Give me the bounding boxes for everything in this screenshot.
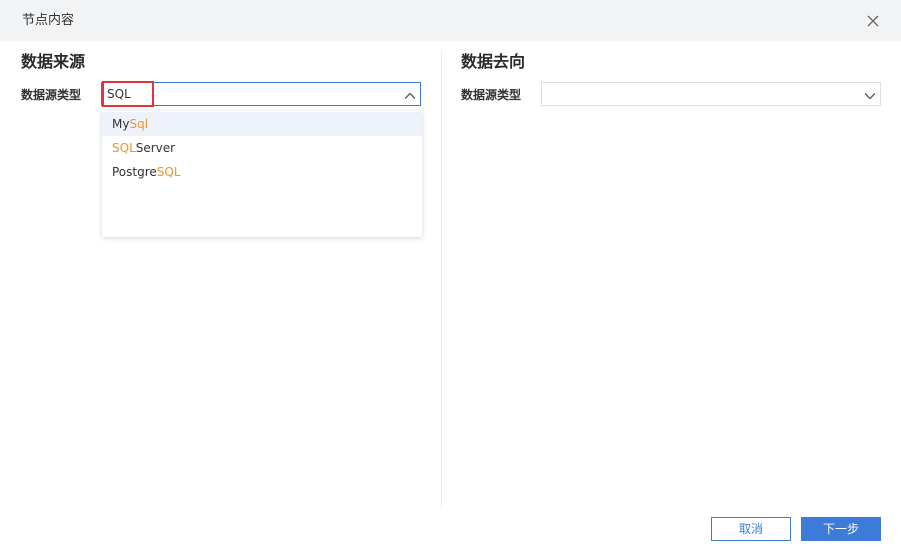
- section-divider: [441, 51, 442, 507]
- option-postgresql[interactable]: PostgreSQL: [102, 160, 422, 184]
- target-type-input[interactable]: [542, 83, 852, 105]
- option-mysql[interactable]: MySql: [102, 112, 422, 136]
- next-step-button[interactable]: 下一步: [801, 517, 881, 541]
- dialog-title: 节点内容: [22, 13, 75, 28]
- target-type-select[interactable]: [541, 82, 881, 106]
- cancel-button[interactable]: 取消: [711, 517, 791, 541]
- chevron-up-icon[interactable]: [403, 88, 417, 102]
- node-content-dialog: 节点内容 数据来源 数据源类型 MySql SQLServer PostgreS…: [0, 0, 901, 550]
- option-sqlserver[interactable]: SQLServer: [102, 136, 422, 160]
- close-icon[interactable]: [864, 12, 882, 30]
- target-type-label: 数据源类型: [461, 88, 522, 102]
- source-type-label: 数据源类型: [21, 88, 82, 102]
- search-text-highlight: [102, 81, 154, 107]
- chevron-down-icon[interactable]: [863, 88, 877, 102]
- source-type-dropdown: MySql SQLServer PostgreSQL: [102, 111, 422, 237]
- dialog-header: 节点内容: [0, 0, 901, 41]
- target-section-title: 数据去向: [461, 52, 526, 71]
- source-section-title: 数据来源: [21, 52, 86, 71]
- source-type-select[interactable]: [101, 81, 421, 107]
